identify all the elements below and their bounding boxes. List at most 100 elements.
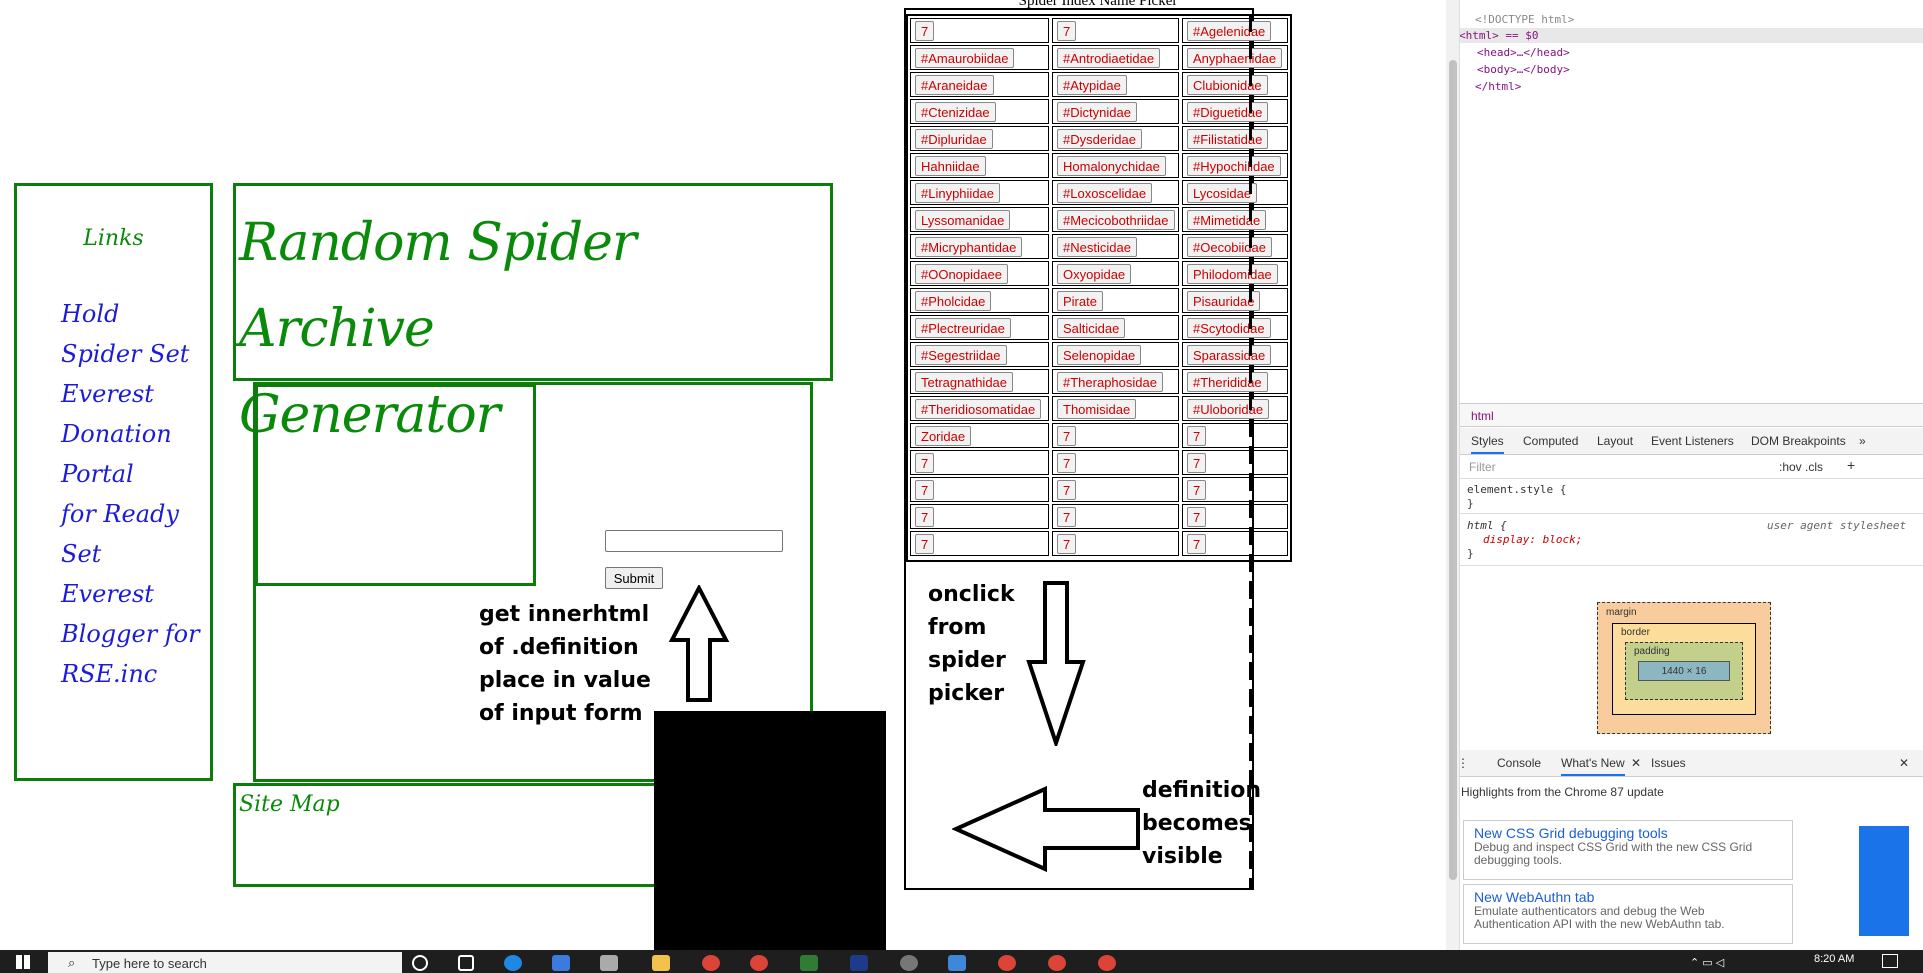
chrome-icon[interactable] <box>1098 955 1116 971</box>
link-hold[interactable]: Hold <box>61 294 221 334</box>
tray-icons[interactable]: ⌃ ▭ ◁ <box>1690 956 1724 969</box>
chrome-icon[interactable] <box>750 955 768 971</box>
spider-family-button[interactable]: 7 <box>1187 453 1207 473</box>
link-donation-portal[interactable]: Donation Portal <box>61 414 221 494</box>
spider-family-button[interactable]: #Linyphiidae <box>915 183 1001 203</box>
spider-family-button[interactable]: 7 <box>1187 426 1207 446</box>
card-title[interactable]: New WebAuthn tab <box>1474 889 1782 905</box>
tab-layout[interactable]: Layout <box>1597 434 1633 448</box>
spider-family-button[interactable]: #Oecobiidae <box>1187 237 1272 257</box>
add-rule-icon[interactable]: + <box>1847 457 1855 473</box>
styles-filter-input[interactable]: Filter <box>1469 460 1496 474</box>
link-everest[interactable]: Everest <box>61 574 221 614</box>
chrome-icon[interactable] <box>702 955 720 971</box>
link-rse-inc[interactable]: RSE.inc <box>61 654 221 694</box>
spider-family-button[interactable]: 7 <box>1057 507 1077 527</box>
spider-family-button[interactable]: #Uloboridae <box>1187 399 1270 419</box>
app-icon[interactable] <box>900 955 918 971</box>
spider-family-button[interactable]: 7 <box>915 21 935 41</box>
chrome-icon[interactable] <box>998 955 1016 971</box>
spider-family-button[interactable]: #Dysderidae <box>1057 129 1142 149</box>
tab-styles[interactable]: Styles <box>1471 434 1504 454</box>
dom-doctype[interactable]: <!DOCTYPE html> <box>1475 13 1574 26</box>
spider-family-button[interactable]: 7 <box>1057 534 1077 554</box>
tab-computed[interactable]: Computed <box>1523 434 1578 448</box>
spider-family-button[interactable]: Oxyopidae <box>1057 264 1132 284</box>
spider-family-button[interactable]: #Agelenidae <box>1187 21 1272 41</box>
spider-family-button[interactable]: #Segestriidae <box>915 345 1007 365</box>
spider-family-button[interactable]: 7 <box>915 534 935 554</box>
spider-family-button[interactable]: 7 <box>915 507 935 527</box>
tab-dom-breakpoints[interactable]: DOM Breakpoints <box>1751 434 1846 448</box>
spider-family-button[interactable]: #Hypochilidae <box>1187 156 1281 176</box>
devtools-scroll-thumb[interactable] <box>1449 60 1457 880</box>
spider-family-button[interactable]: Zoridae <box>915 426 972 446</box>
dom-html-close[interactable]: </html> <box>1475 80 1521 93</box>
spider-family-button[interactable]: #Dictynidae <box>1057 102 1137 122</box>
spider-family-button[interactable]: 7 <box>1187 534 1207 554</box>
link-spider-set-everest[interactable]: Spider Set Everest <box>61 334 221 414</box>
card-title[interactable]: New CSS Grid debugging tools <box>1474 825 1782 841</box>
styles-filter-tools[interactable]: :hov .cls <box>1779 460 1823 474</box>
html-rule[interactable]: html { <box>1467 519 1507 532</box>
spider-family-button[interactable]: 7 <box>1057 21 1077 41</box>
tab-event-listeners[interactable]: Event Listeners <box>1651 434 1734 448</box>
notepad-icon[interactable] <box>600 955 618 971</box>
spider-family-button[interactable]: #Plectreuridae <box>915 318 1011 338</box>
spider-family-button[interactable]: Lycosidae <box>1187 183 1258 203</box>
spider-family-button[interactable]: Sparassidae <box>1187 345 1272 365</box>
spider-family-button[interactable]: #Dipluridae <box>915 129 993 149</box>
spider-family-button[interactable]: 7 <box>1057 453 1077 473</box>
dreamweaver-icon[interactable] <box>800 955 818 971</box>
spider-family-button[interactable]: Clubionidae <box>1187 75 1268 95</box>
windows-start-icon[interactable] <box>16 955 30 969</box>
tab-whats-new[interactable]: What's New <box>1561 756 1625 776</box>
spider-family-button[interactable]: Anyphaenidae <box>1187 48 1283 68</box>
app-icon[interactable] <box>850 955 868 971</box>
spider-family-button[interactable]: #Atypidae <box>1057 75 1127 95</box>
spider-family-button[interactable]: #Scytodidae <box>1187 318 1271 338</box>
spider-family-button[interactable]: Philodomidae <box>1187 264 1278 284</box>
more-tabs-icon[interactable]: » <box>1859 434 1866 448</box>
spider-family-button[interactable]: Pirate <box>1057 291 1103 311</box>
link-for-ready-set[interactable]: for Ready Set <box>61 494 221 574</box>
spider-family-button[interactable]: 7 <box>915 480 935 500</box>
cortana-icon[interactable] <box>412 955 428 971</box>
spider-family-button[interactable]: #Therididae <box>1187 372 1268 392</box>
element-style-rule[interactable]: element.style { <box>1467 483 1566 496</box>
spider-family-button[interactable]: Hahniidae <box>915 156 986 176</box>
link-blogger-for[interactable]: Blogger for <box>61 614 221 654</box>
file-explorer-icon[interactable] <box>652 955 670 971</box>
spider-family-button[interactable]: #Loxoscelidae <box>1057 183 1153 203</box>
dom-html-node[interactable]: <html> == $0 <box>1459 29 1538 42</box>
mail-icon[interactable] <box>552 955 570 971</box>
spider-family-button[interactable]: #Filistatidae <box>1187 129 1269 149</box>
dom-body-node[interactable]: <body>…</body> <box>1477 63 1570 76</box>
breadcrumb-html[interactable]: html <box>1471 409 1494 423</box>
definition-input[interactable] <box>605 530 783 552</box>
taskbar-clock[interactable]: 8:20 AM <box>1814 953 1854 965</box>
whats-new-card[interactable]: New CSS Grid debugging tools Debug and i… <box>1463 820 1793 880</box>
spider-family-button[interactable]: #Araneidae <box>915 75 994 95</box>
dom-head-node[interactable]: <head>…</head> <box>1477 46 1570 59</box>
task-view-icon[interactable] <box>458 955 474 971</box>
spider-family-button[interactable]: #Mecicobothriidae <box>1057 210 1175 230</box>
spider-family-button[interactable]: Lyssomanidae <box>915 210 1011 230</box>
spider-family-button[interactable]: Thomisidae <box>1057 399 1137 419</box>
notifications-icon[interactable] <box>1882 954 1898 968</box>
spider-family-button[interactable]: #Amaurobiidae <box>915 48 1015 68</box>
close-drawer-icon[interactable]: ✕ <box>1899 756 1909 770</box>
spider-family-button[interactable]: Homalonychidae <box>1057 156 1166 176</box>
spider-family-button[interactable]: #Theraphosidae <box>1057 372 1163 392</box>
spider-family-button[interactable]: 7 <box>1187 480 1207 500</box>
tab-issues[interactable]: Issues <box>1651 756 1686 770</box>
close-tab-icon[interactable]: ✕ <box>1631 756 1641 770</box>
spider-family-button[interactable]: Salticidae <box>1057 318 1126 338</box>
spider-family-button[interactable]: 7 <box>1187 507 1207 527</box>
submit-button[interactable]: Submit <box>605 567 663 589</box>
spider-family-button[interactable]: 7 <box>1057 426 1077 446</box>
spider-family-button[interactable]: #Ctenizidae <box>915 102 996 122</box>
spider-family-button[interactable]: 7 <box>915 453 935 473</box>
whats-new-card[interactable]: New WebAuthn tab Emulate authenticators … <box>1463 884 1793 944</box>
photos-icon[interactable] <box>948 955 966 971</box>
